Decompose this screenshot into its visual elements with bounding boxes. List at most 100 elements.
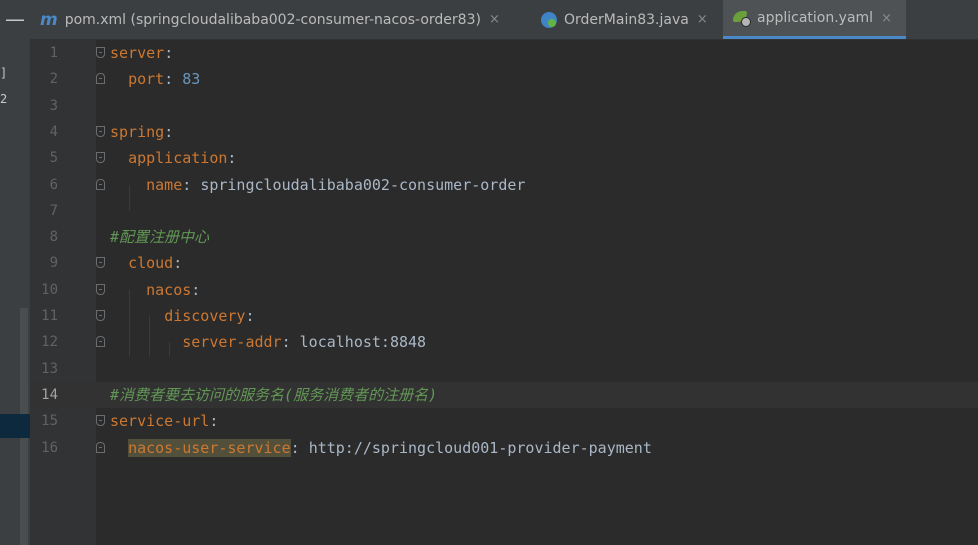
line-number: 2 xyxy=(49,71,58,88)
line-number: 14 xyxy=(41,386,58,403)
tab-label: application.yaml xyxy=(757,10,874,26)
line-number: 13 xyxy=(41,360,58,377)
code-text: discovery: xyxy=(110,303,255,329)
code-text: port: 83 xyxy=(110,66,200,92)
maven-m-icon: m xyxy=(40,9,58,30)
code-text: nacos-user-service: http://springcloud00… xyxy=(110,435,652,461)
yaml-key: name xyxy=(146,175,183,194)
code-line[interactable]: 5 application: xyxy=(30,145,978,171)
project-selected-row[interactable] xyxy=(0,414,30,438)
yaml-key: spring xyxy=(110,122,165,141)
yaml-separator: : xyxy=(227,149,237,168)
code-text: service-url: xyxy=(110,408,218,434)
yaml-key: nacos xyxy=(146,280,192,299)
fold-marker-icon[interactable] xyxy=(96,415,105,427)
close-icon[interactable]: × xyxy=(489,12,500,27)
line-number: 4 xyxy=(49,123,58,140)
code-text: nacos: xyxy=(110,277,200,303)
line-number: 11 xyxy=(41,308,58,324)
code-editor[interactable]: 1 server: 2 port: 83 3 4 spring: 5 application… xyxy=(30,40,978,545)
code-line[interactable]: 11 discovery: xyxy=(30,303,978,329)
code-line[interactable]: 7 xyxy=(30,198,978,224)
code-line[interactable]: 3 xyxy=(30,93,978,119)
code-text: application: xyxy=(110,145,236,171)
code-line[interactable]: 14 #消费者要去访问的服务名(服务消费者的注册名) xyxy=(30,381,978,409)
fold-marker-icon[interactable] xyxy=(96,178,105,190)
code-line[interactable]: 4 spring: xyxy=(30,119,978,145)
spring-yaml-icon xyxy=(733,11,751,27)
java-class-icon xyxy=(541,11,557,28)
yaml-key: server xyxy=(110,44,165,62)
yaml-value: springcloudalibaba002-consumer-order xyxy=(200,175,526,194)
yaml-key: service-url xyxy=(110,412,210,431)
yaml-key: nacos-user-service xyxy=(128,438,291,457)
yaml-separator: : xyxy=(164,44,174,62)
yaml-value: localhost:8848 xyxy=(299,333,427,352)
code-line[interactable]: 6 name: springcloudalibaba002-consumer-o… xyxy=(30,172,978,198)
close-icon[interactable]: × xyxy=(697,12,708,27)
code-line[interactable]: 16 nacos-user-service: http://springclou… xyxy=(30,435,978,461)
yaml-separator: : xyxy=(191,280,201,299)
line-number: 10 xyxy=(41,281,58,298)
fold-marker-icon[interactable] xyxy=(96,125,105,137)
fold-marker-icon[interactable] xyxy=(96,441,105,453)
line-number: 5 xyxy=(49,150,58,167)
yaml-separator: : xyxy=(245,307,255,325)
tab-ordermain83-java[interactable]: OrderMain83.java × xyxy=(541,0,708,39)
fold-marker-icon[interactable] xyxy=(96,47,105,58)
yaml-comment: #配置注册中心 xyxy=(110,228,210,247)
yaml-value: http://springcloud001-provider-payment xyxy=(308,438,652,457)
code-line[interactable]: 15 service-url: xyxy=(30,408,978,434)
line-number: 8 xyxy=(49,229,58,246)
yaml-key: cloud xyxy=(128,254,174,273)
fold-marker-icon[interactable] xyxy=(96,283,105,295)
editor-tab-bar: m pom.xml (springcloudalibaba002-consume… xyxy=(30,0,978,40)
code-line[interactable]: 1 server: xyxy=(30,40,978,66)
code-text: spring: xyxy=(110,119,173,145)
yaml-separator: : xyxy=(290,438,309,457)
line-number: 7 xyxy=(49,202,58,219)
line-number: 3 xyxy=(49,97,58,114)
fold-marker-icon[interactable] xyxy=(96,257,105,269)
code-line[interactable]: 9 cloud: xyxy=(30,250,978,276)
fold-marker-icon[interactable] xyxy=(96,152,105,164)
tab-pom-xml[interactable]: m pom.xml (springcloudalibaba002-consume… xyxy=(40,0,500,39)
close-icon[interactable]: × xyxy=(881,11,892,26)
fold-marker-icon[interactable] xyxy=(96,310,105,321)
collapse-icon[interactable]: — xyxy=(0,0,30,38)
line-number: 1 xyxy=(49,45,58,61)
code-line[interactable]: 8 #配置注册中心 xyxy=(30,224,978,250)
yaml-separator: : xyxy=(164,122,174,141)
code-line[interactable]: 13 xyxy=(30,356,978,382)
code-line[interactable]: 12 server-addr: localhost:8848 xyxy=(30,329,978,355)
yaml-value: 83 xyxy=(182,70,201,89)
yaml-separator: : xyxy=(173,254,183,273)
left-tool-strip: — ] 2 xyxy=(0,0,30,545)
yaml-key: discovery xyxy=(164,307,246,325)
line-number: 12 xyxy=(41,334,58,351)
fold-marker-icon[interactable] xyxy=(96,73,105,85)
yaml-key: server-addr xyxy=(182,333,282,352)
tab-application-yaml[interactable]: application.yaml × xyxy=(723,0,906,39)
line-number: 6 xyxy=(49,176,58,193)
line-number: 9 xyxy=(49,255,58,272)
code-text: cloud: xyxy=(110,250,182,276)
fold-marker-icon[interactable] xyxy=(96,336,105,348)
yaml-key: port xyxy=(128,70,165,89)
code-line[interactable]: 2 port: 83 xyxy=(30,66,978,92)
line-number: 15 xyxy=(41,413,58,430)
yaml-key: application xyxy=(128,149,228,168)
code-line[interactable]: 10 nacos: xyxy=(30,277,978,303)
code-text: server: xyxy=(110,40,173,66)
code-text: #配置注册中心 xyxy=(110,224,209,250)
yaml-separator: : xyxy=(281,333,300,352)
line-number: 16 xyxy=(41,439,58,456)
code-text: #消费者要去访问的服务名(服务消费者的注册名) xyxy=(110,382,437,408)
